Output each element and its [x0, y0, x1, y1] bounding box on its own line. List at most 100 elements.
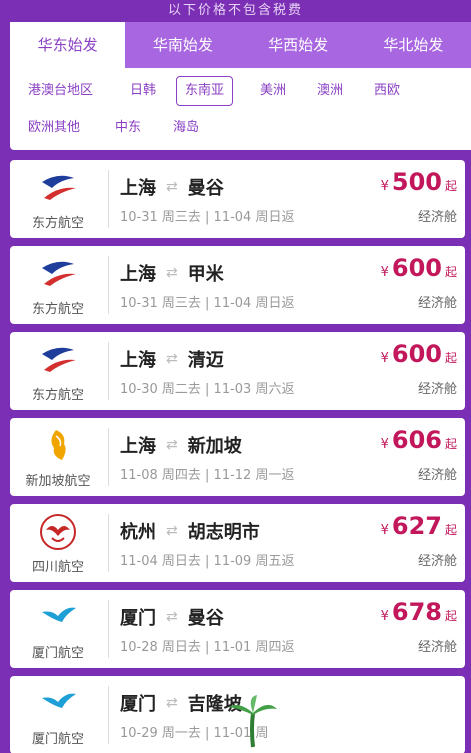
currency-symbol: ¥	[380, 351, 389, 366]
price-suffix: 起	[444, 609, 457, 623]
flight-route: 杭州 ⇄ 胡志明市	[120, 518, 260, 544]
airline-name: 东方航空	[31, 388, 84, 403]
price-suffix: 起	[444, 437, 457, 451]
tab-east-china[interactable]: 华东始发	[10, 22, 126, 68]
round-trip-icon: ⇄	[166, 265, 178, 281]
price-value: 600	[391, 254, 442, 282]
flight-card[interactable]: 东方航空 上海 ⇄ 清迈 10-30 周二去 | 11-03 周六返 ¥ 600…	[10, 332, 465, 410]
region-other-europe[interactable]: 欧洲其他	[28, 113, 80, 143]
travel-dates: 10-31 周三去 | 11-04 周日返	[120, 296, 295, 311]
round-trip-icon: ⇄	[166, 609, 178, 625]
cabin-class: 经济舱	[417, 210, 457, 225]
airline-name: 新加坡航空	[25, 474, 91, 489]
flight-card[interactable]: 四川航空 杭州 ⇄ 胡志明市 11-04 周日去 | 11-09 周五返 ¥ 6…	[10, 504, 465, 582]
flight-card[interactable]: 东方航空 上海 ⇄ 曼谷 10-31 周三去 | 11-04 周日返 ¥ 500…	[10, 160, 465, 238]
flight-card[interactable]: 新加坡航空 上海 ⇄ 新加坡 11-08 周四去 | 11-12 周一返 ¥ 6…	[10, 418, 465, 496]
price-value: 678	[391, 598, 442, 626]
price: ¥ 600 起	[381, 340, 457, 368]
round-trip-icon: ⇄	[166, 437, 178, 453]
region-hk-macao-taiwan[interactable]: 港澳台地区	[28, 76, 93, 106]
destination-city: 曼谷	[187, 178, 224, 199]
price-value: 606	[391, 426, 442, 454]
origin-city: 厦门	[120, 608, 156, 629]
cabin-class: 经济舱	[417, 640, 457, 655]
currency-symbol: ¥	[380, 179, 389, 194]
tax-notice: 以下价格不包含税费	[167, 3, 303, 18]
origin-city: 上海	[120, 350, 156, 371]
round-trip-icon: ⇄	[166, 695, 178, 711]
watermark: 湖南旅游 www.16816886.cn	[221, 689, 471, 753]
flight-route: 厦门 ⇄ 曼谷	[120, 604, 224, 630]
travel-dates: 10-30 周二去 | 11-03 周六返	[120, 382, 295, 397]
price-value: 500	[391, 168, 442, 196]
flight-route: 上海 ⇄ 甲米	[120, 260, 224, 286]
region-western-europe[interactable]: 西欧	[374, 76, 400, 106]
origin-city: 上海	[120, 264, 156, 285]
currency-symbol: ¥	[380, 609, 389, 624]
region-filter: 港澳台地区 日韩 东南亚 美洲 澳洲 西欧 欧洲其他 中东 海岛	[10, 68, 471, 150]
divider	[108, 170, 109, 228]
price: ¥ 500 起	[381, 168, 457, 196]
region-oceania[interactable]: 澳洲	[317, 76, 343, 106]
palm-tree-icon	[227, 693, 279, 753]
destination-city: 新加坡	[187, 436, 242, 457]
airline-name: 厦门航空	[31, 732, 84, 747]
tab-north-china[interactable]: 华北始发	[356, 22, 471, 68]
price-suffix: 起	[444, 265, 457, 279]
destination-city: 胡志明市	[187, 522, 260, 543]
round-trip-icon: ⇄	[166, 179, 178, 195]
divider	[108, 342, 109, 400]
divider	[108, 428, 109, 486]
round-trip-icon: ⇄	[166, 351, 178, 367]
tab-west-china[interactable]: 华西始发	[241, 22, 356, 68]
destination-city: 甲米	[187, 264, 224, 285]
travel-dates: 11-08 周四去 | 11-12 周一返	[120, 468, 295, 483]
currency-symbol: ¥	[380, 437, 389, 452]
region-middle-east[interactable]: 中东	[115, 113, 141, 143]
origin-city: 厦门	[120, 694, 156, 715]
currency-symbol: ¥	[380, 265, 389, 280]
region-islands[interactable]: 海岛	[173, 113, 199, 143]
destination-city: 曼谷	[187, 608, 224, 629]
currency-symbol: ¥	[380, 523, 389, 538]
tab-south-china[interactable]: 华南始发	[125, 22, 240, 68]
flight-card[interactable]: 东方航空 上海 ⇄ 甲米 10-31 周三去 | 11-04 周日返 ¥ 600…	[10, 246, 465, 324]
price-suffix: 起	[444, 179, 457, 193]
watermark-title: 湖南旅游	[283, 697, 396, 727]
travel-dates: 11-04 周日去 | 11-09 周五返	[120, 554, 295, 569]
destination-city: 清迈	[187, 350, 224, 371]
flight-card[interactable]: 厦门航空 厦门 ⇄ 曼谷 10-28 周日去 | 11-01 周四返 ¥ 678…	[10, 590, 465, 668]
origin-city: 上海	[120, 436, 156, 457]
divider	[108, 600, 109, 658]
price-value: 627	[391, 512, 442, 540]
divider	[108, 256, 109, 314]
price: ¥ 678 起	[381, 598, 457, 626]
price-suffix: 起	[444, 351, 457, 365]
departure-tabs: 华东始发 华南始发 华西始发 华北始发	[10, 22, 471, 68]
watermark-url: www.16816886.cn	[285, 729, 397, 743]
airline-name: 东方航空	[31, 302, 84, 317]
flight-route: 上海 ⇄ 清迈	[120, 346, 224, 372]
cabin-class: 经济舱	[417, 296, 457, 311]
price: ¥ 600 起	[381, 254, 457, 282]
travel-dates: 10-28 周日去 | 11-01 周四返	[120, 640, 295, 655]
price-value: 600	[391, 340, 442, 368]
region-americas[interactable]: 美洲	[260, 76, 286, 106]
flight-route: 上海 ⇄ 新加坡	[120, 432, 242, 458]
price: ¥ 606 起	[381, 426, 457, 454]
cabin-class: 经济舱	[417, 382, 457, 397]
cabin-class: 经济舱	[417, 468, 457, 483]
travel-dates: 10-31 周三去 | 11-04 周日返	[120, 210, 295, 225]
price: ¥ 627 起	[381, 512, 457, 540]
flight-route: 上海 ⇄ 曼谷	[120, 174, 224, 200]
round-trip-icon: ⇄	[166, 523, 178, 539]
divider	[108, 514, 109, 572]
airline-name: 东方航空	[31, 216, 84, 231]
origin-city: 上海	[120, 178, 156, 199]
region-japan-korea[interactable]: 日韩	[130, 76, 156, 106]
price-suffix: 起	[444, 523, 457, 537]
cabin-class: 经济舱	[417, 554, 457, 569]
airline-name: 厦门航空	[31, 646, 84, 661]
airline-name: 四川航空	[31, 560, 84, 575]
region-southeast-asia[interactable]: 东南亚	[176, 76, 234, 106]
